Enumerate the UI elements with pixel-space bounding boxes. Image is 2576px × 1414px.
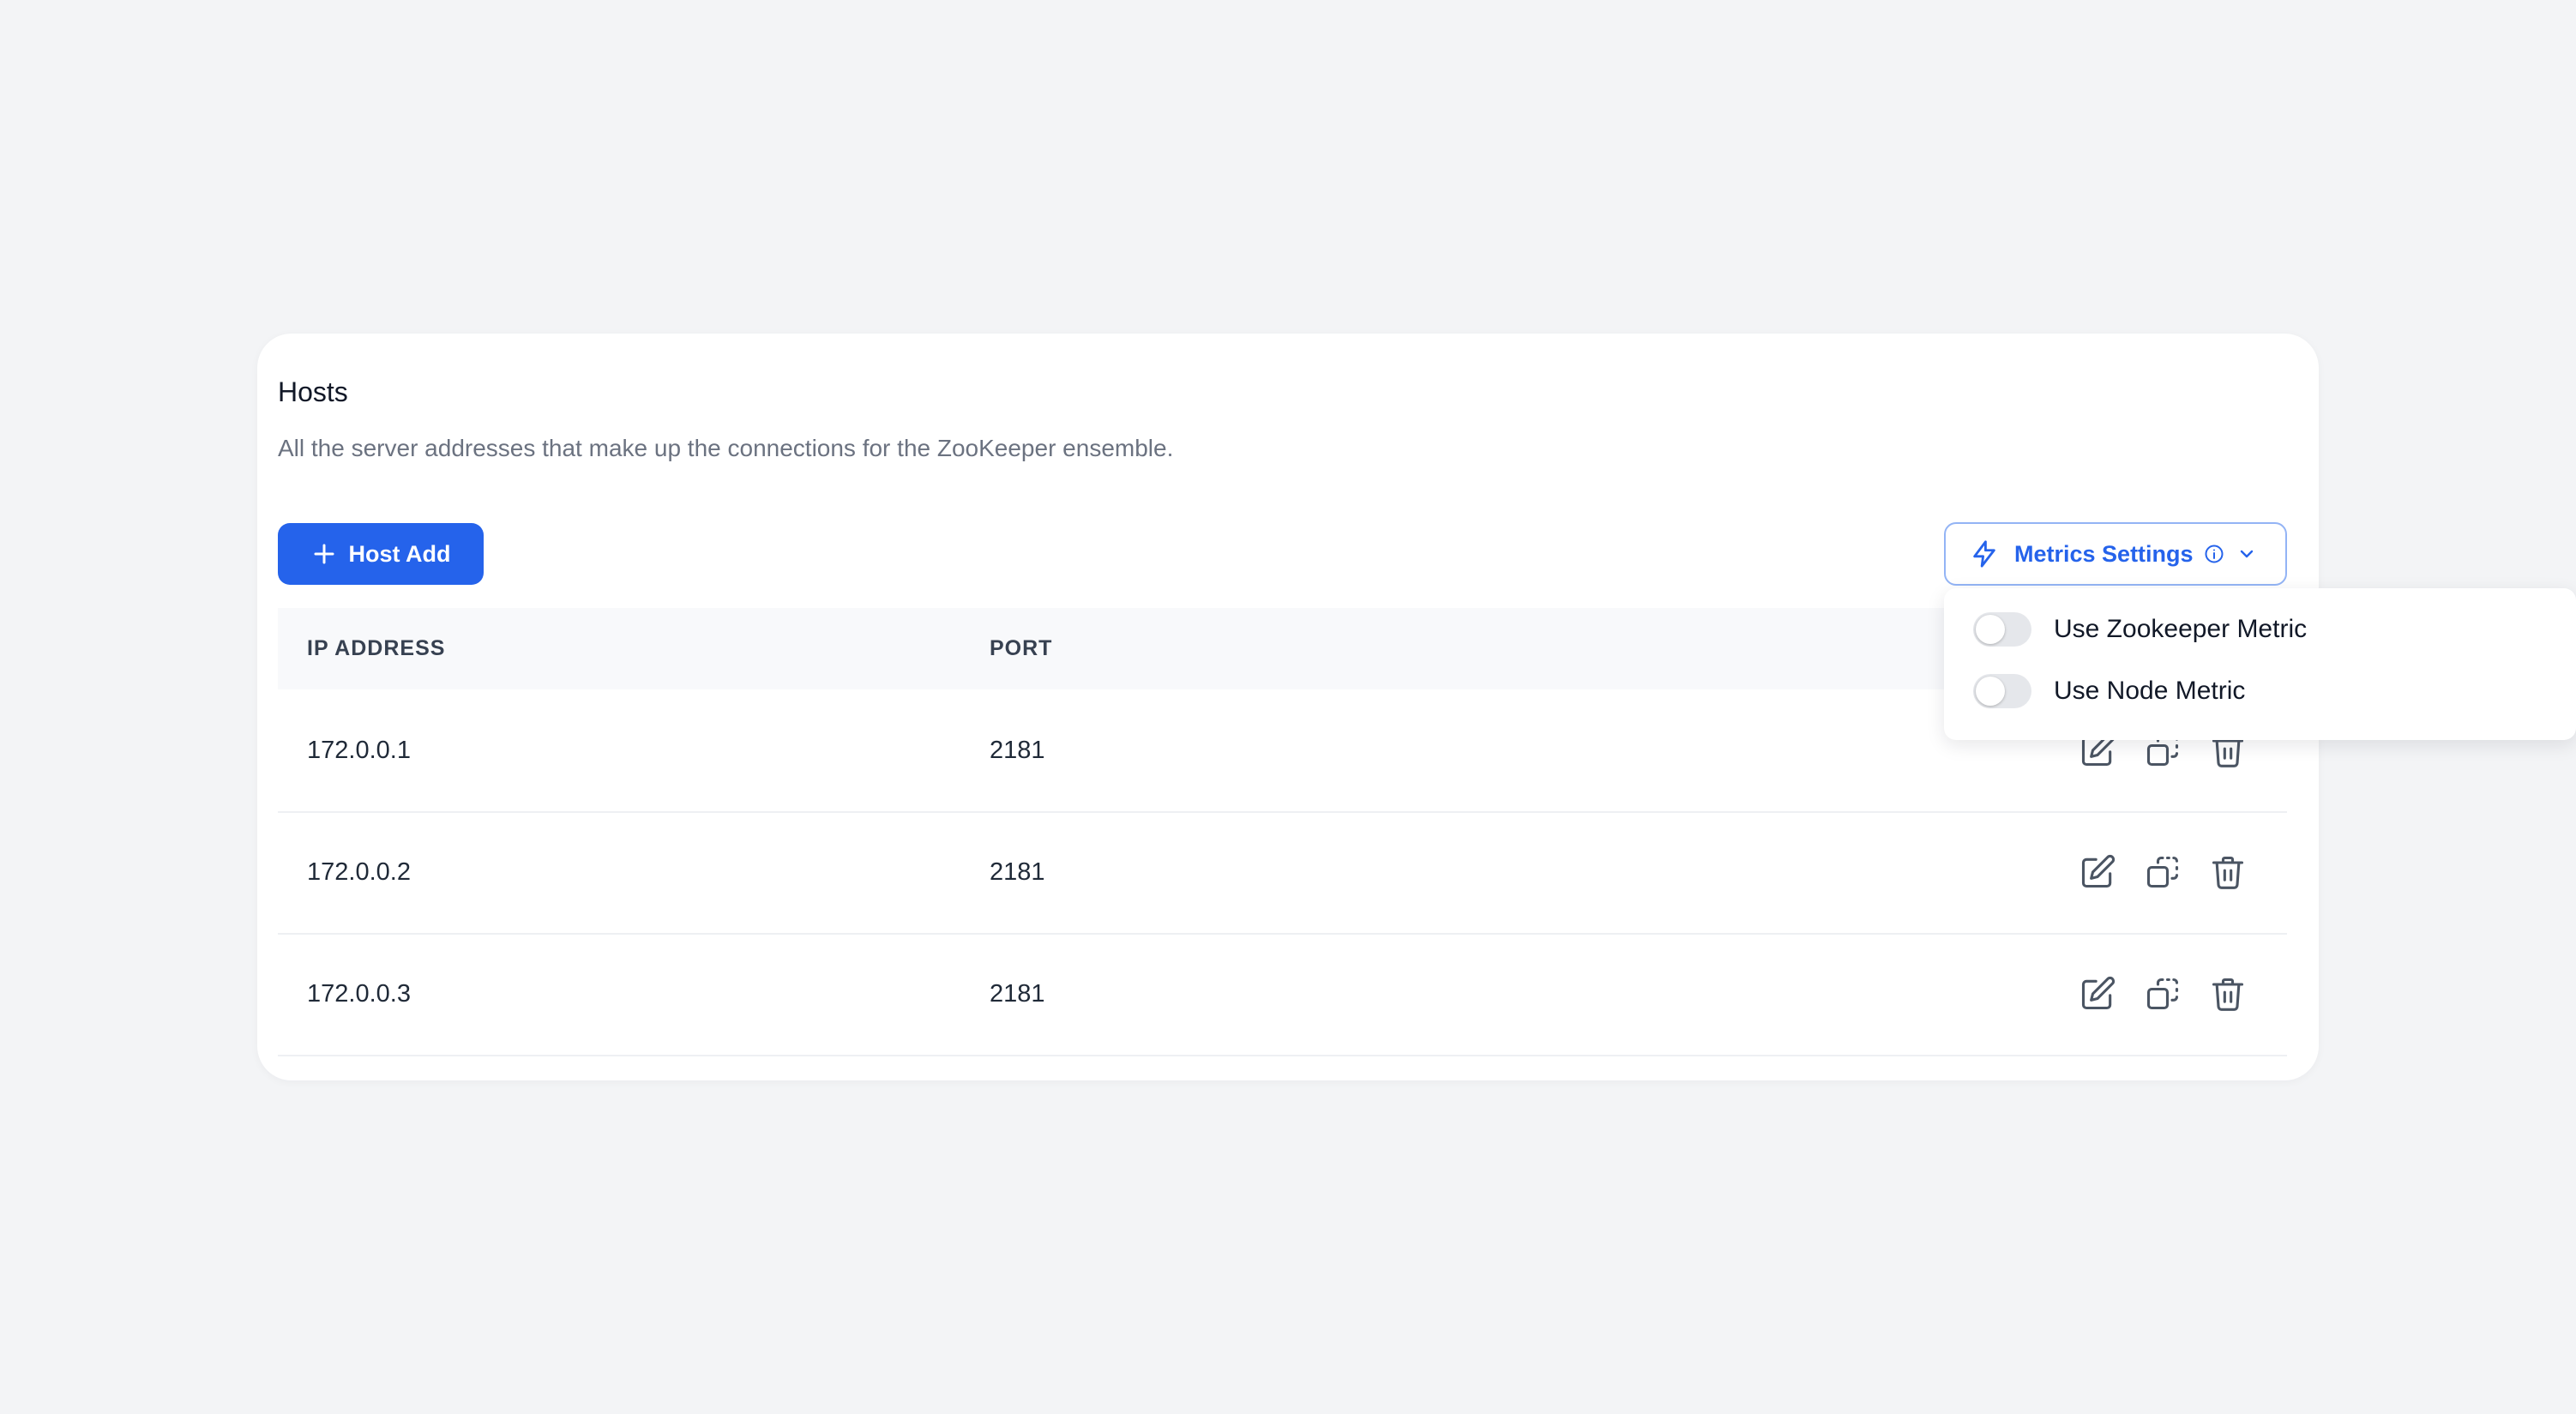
plus-icon: [314, 544, 334, 564]
duplicate-icon[interactable]: [2144, 975, 2182, 1013]
lightning-icon: [1973, 540, 1995, 568]
host-add-label: Host Add: [348, 540, 451, 567]
info-icon[interactable]: [2204, 544, 2224, 564]
zookeeper-metric-label: Use Zookeeper Metric: [2054, 615, 2308, 643]
port-cell: 2181: [990, 980, 1045, 1008]
port-cell: 2181: [990, 737, 1045, 764]
page-title: Hosts: [278, 376, 348, 407]
column-header-ip-address[interactable]: IP ADDRESS: [307, 608, 445, 689]
edit-icon[interactable]: [2079, 975, 2116, 1013]
toggle-knob: [1976, 677, 2005, 706]
trash-icon[interactable]: [2209, 853, 2247, 891]
metrics-settings-dropdown: Use Zookeeper Metric Use Node Metric: [1944, 588, 2576, 740]
ip-address-cell: 172.0.0.2: [307, 858, 411, 886]
metric-option-node[interactable]: Use Node Metric: [1973, 671, 2245, 712]
zookeeper-metric-toggle[interactable]: [1973, 612, 2031, 647]
edit-icon[interactable]: [2079, 853, 2116, 891]
ip-address-cell: 172.0.0.1: [307, 737, 411, 764]
node-metric-label: Use Node Metric: [2054, 677, 2246, 705]
page-description: All the server addresses that make up th…: [278, 435, 1174, 461]
table-row: 172.0.0.2 2181: [278, 811, 2287, 935]
metrics-settings-label: Metrics Settings: [2014, 540, 2194, 567]
host-add-button[interactable]: Host Add: [278, 523, 484, 585]
duplicate-icon[interactable]: [2144, 853, 2182, 891]
row-actions: [2079, 853, 2247, 891]
ip-address-cell: 172.0.0.3: [307, 980, 411, 1008]
column-header-port[interactable]: PORT: [990, 608, 1052, 689]
chevron-down-icon: [2240, 550, 2253, 558]
metrics-settings-button[interactable]: Metrics Settings: [1944, 522, 2287, 586]
node-metric-toggle[interactable]: [1973, 674, 2031, 708]
table-row: 172.0.0.3 2181: [278, 933, 2287, 1056]
row-actions: [2079, 975, 2247, 1013]
metric-option-zookeeper[interactable]: Use Zookeeper Metric: [1973, 609, 2307, 650]
port-cell: 2181: [990, 858, 1045, 886]
trash-icon[interactable]: [2209, 975, 2247, 1013]
toggle-knob: [1976, 615, 2005, 644]
